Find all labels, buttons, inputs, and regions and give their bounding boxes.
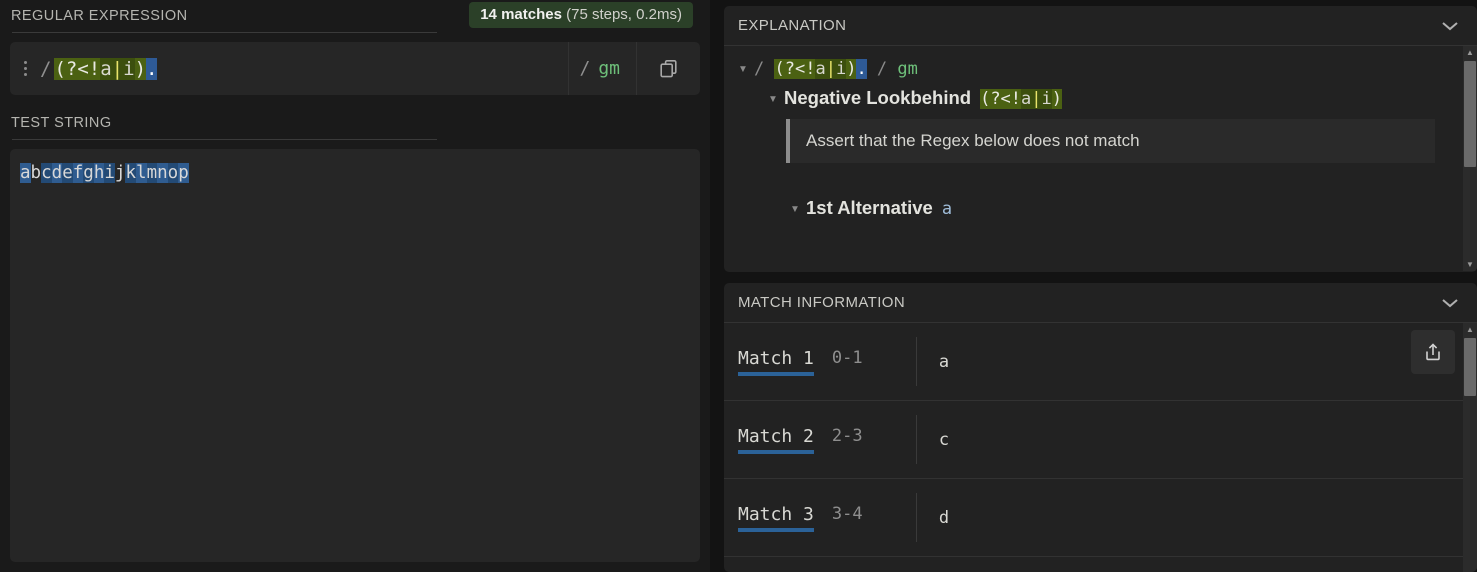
tree-toggle-icon[interactable]: ▼ bbox=[768, 95, 784, 105]
chevron-down-icon[interactable] bbox=[1439, 296, 1461, 310]
match-value: a bbox=[938, 351, 950, 372]
match-range: 0-1 bbox=[831, 348, 863, 368]
regex-close-delimiter: / bbox=[579, 58, 591, 79]
lookbehind-label: Negative Lookbehind bbox=[784, 87, 972, 108]
regex-token: (?<! bbox=[980, 89, 1022, 109]
regex-header-divider bbox=[12, 32, 437, 33]
regex-open-delimiter: / bbox=[40, 57, 52, 80]
regex-token: | bbox=[1031, 89, 1042, 109]
scroll-up-arrow-icon[interactable]: ▲ bbox=[1463, 323, 1477, 336]
matches-badge: 14 matches (75 steps, 0.2ms) bbox=[469, 2, 693, 28]
explanation-body: ▼ / (?<!a|i). / gm ▼ Negative Lookbehind… bbox=[724, 46, 1477, 271]
scrollbar-thumb[interactable] bbox=[1464, 61, 1476, 167]
match-range: 3-4 bbox=[831, 504, 863, 524]
explanation-title: EXPLANATION bbox=[738, 17, 847, 34]
match-information-panel: MATCH INFORMATION Match 1 0-1 a Match 2 … bbox=[724, 283, 1477, 572]
tree-toggle-icon[interactable]: ▼ bbox=[790, 205, 806, 215]
regex-token: ) bbox=[134, 57, 147, 80]
test-string-char: o bbox=[167, 163, 179, 183]
regex-token: i bbox=[1041, 89, 1052, 109]
regex-token: a bbox=[1021, 89, 1032, 109]
match-value: c bbox=[938, 429, 950, 450]
table-row[interactable]: Match 3 3-4 d bbox=[724, 479, 1477, 557]
test-string-char: l bbox=[136, 163, 147, 183]
regex-section-title: REGULAR EXPRESSION bbox=[11, 8, 188, 24]
regex-token: i bbox=[835, 59, 847, 79]
regex-token: ) bbox=[846, 59, 857, 79]
regex-input[interactable]: / (?<!a|i). bbox=[40, 42, 568, 95]
regex-token: a bbox=[815, 59, 826, 79]
scroll-up-arrow-icon[interactable]: ▲ bbox=[1463, 46, 1477, 59]
test-string-char: c bbox=[41, 163, 52, 183]
test-string-char: p bbox=[178, 163, 189, 183]
copy-icon[interactable] bbox=[636, 42, 700, 95]
regex-flags[interactable]: gm bbox=[598, 58, 620, 79]
assertion-text: Assert that the Regex below does not mat… bbox=[786, 119, 1435, 163]
test-string-section-title: TEST STRING bbox=[11, 115, 112, 131]
explanation-panel: EXPLANATION ▼ / (?<!a|i). / gm ▼ Negativ… bbox=[724, 6, 1477, 272]
regex-token: i bbox=[123, 57, 135, 80]
match-information-body: Match 1 0-1 a Match 2 2-3 c Match 3 3-4 … bbox=[724, 323, 1477, 572]
matches-detail: (75 steps, 0.2ms) bbox=[566, 6, 682, 23]
regex-token: | bbox=[111, 57, 124, 80]
test-string-header-divider bbox=[12, 139, 437, 140]
test-string-char: b bbox=[30, 163, 42, 183]
test-string-char: a bbox=[20, 163, 31, 183]
scrollbar-track[interactable] bbox=[1463, 336, 1477, 572]
explanation-header: EXPLANATION bbox=[724, 6, 1477, 46]
scrollbar-thumb[interactable] bbox=[1464, 338, 1476, 396]
drag-handle-dots-icon[interactable] bbox=[10, 42, 40, 95]
test-string-char: g bbox=[83, 163, 94, 183]
regex-token: ) bbox=[1051, 89, 1063, 109]
alternative-literal: a bbox=[941, 199, 953, 219]
regex-input-row[interactable]: / (?<!a|i). / gm bbox=[10, 42, 700, 95]
lookbehind-code: (?<!a|i) bbox=[980, 89, 1063, 109]
match-value: d bbox=[938, 507, 950, 528]
table-row[interactable]: Match 2 2-3 c bbox=[724, 401, 1477, 479]
regex-pattern-tokens: (?<!a|i). bbox=[54, 57, 158, 80]
export-share-icon[interactable] bbox=[1411, 330, 1455, 374]
explanation-scrollbar[interactable]: ▲ ▼ bbox=[1463, 46, 1477, 271]
match-label[interactable]: Match 2 bbox=[738, 426, 814, 454]
regex-token: . bbox=[146, 57, 158, 80]
test-string-char: k bbox=[125, 163, 137, 183]
regex-token: | bbox=[825, 59, 836, 79]
regex-token: (?<! bbox=[54, 57, 101, 80]
results-column: EXPLANATION ▼ / (?<!a|i). / gm ▼ Negativ… bbox=[710, 0, 1477, 572]
match-label[interactable]: Match 1 bbox=[738, 348, 814, 376]
test-string-char: n bbox=[157, 163, 168, 183]
editor-column: REGULAR EXPRESSION 14 matches (75 steps,… bbox=[0, 0, 710, 572]
test-string-char: j bbox=[114, 163, 126, 183]
regex-tester-app: REGULAR EXPRESSION 14 matches (75 steps,… bbox=[0, 0, 1477, 572]
test-string-char: h bbox=[93, 163, 105, 183]
test-string-char: d bbox=[51, 163, 63, 183]
regex-flags-cell[interactable]: / gm bbox=[568, 42, 636, 95]
scroll-down-arrow-icon[interactable]: ▼ bbox=[1463, 258, 1477, 271]
match-information-scrollbar[interactable]: ▲ bbox=[1463, 323, 1477, 572]
chevron-down-icon[interactable] bbox=[1439, 19, 1461, 33]
explanation-alternative-row[interactable]: ▼ 1st Alternative a bbox=[724, 193, 1477, 223]
test-string-input[interactable]: abcdefghijklmnop bbox=[10, 149, 700, 562]
test-string-section-header: TEST STRING bbox=[10, 107, 700, 139]
tree-toggle-icon[interactable]: ▼ bbox=[738, 65, 754, 75]
table-row[interactable]: Match 1 0-1 a bbox=[724, 323, 1477, 401]
regex-token: . bbox=[856, 59, 867, 79]
test-string-char: m bbox=[146, 163, 158, 183]
regex-token: a bbox=[100, 57, 112, 80]
regex-token: (?<! bbox=[774, 59, 816, 79]
alternative-label: 1st Alternative bbox=[806, 197, 933, 218]
test-string-char: i bbox=[104, 163, 115, 183]
explanation-lookbehind-row[interactable]: ▼ Negative Lookbehind (?<!a|i) bbox=[724, 83, 1477, 113]
matches-count: 14 matches bbox=[480, 6, 562, 23]
match-information-title: MATCH INFORMATION bbox=[738, 294, 906, 311]
match-information-header: MATCH INFORMATION bbox=[724, 283, 1477, 323]
explanation-root-row[interactable]: ▼ / (?<!a|i). / gm bbox=[724, 55, 1477, 83]
test-string-char: e bbox=[62, 163, 73, 183]
match-label[interactable]: Match 3 bbox=[738, 504, 814, 532]
test-string-char: f bbox=[72, 163, 84, 183]
scrollbar-track[interactable] bbox=[1463, 59, 1477, 258]
explanation-root-code: / (?<!a|i). / gm bbox=[754, 59, 918, 79]
test-string-line: abcdefghijklmnop bbox=[20, 161, 690, 186]
match-range: 2-3 bbox=[831, 426, 863, 446]
